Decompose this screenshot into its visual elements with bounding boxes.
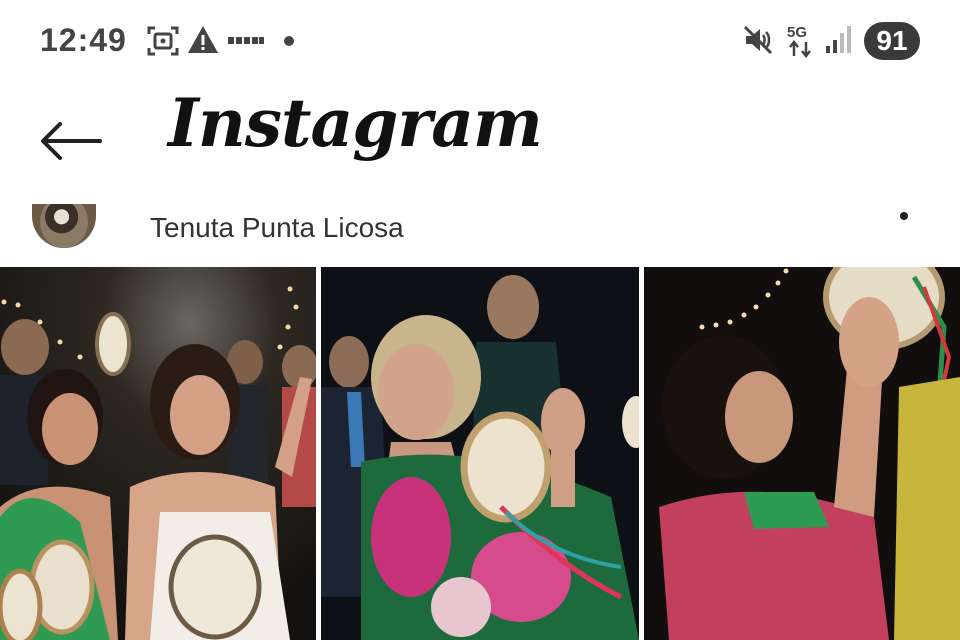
- app-header: Instagram: [0, 82, 960, 192]
- status-bar: 12:49 5G 91: [0, 0, 960, 82]
- avatar-image: [40, 204, 88, 248]
- mute-icon: [743, 25, 773, 55]
- photo-2-image: [321, 267, 639, 640]
- photo-3-image: [644, 267, 960, 640]
- photo-2[interactable]: [321, 267, 639, 640]
- photo-grid: [0, 267, 960, 640]
- more-options-icon[interactable]: [900, 212, 908, 220]
- avatar[interactable]: [32, 204, 96, 248]
- screenshot-icon: [147, 26, 179, 56]
- more-notifications-icon: [228, 37, 264, 44]
- back-button[interactable]: [34, 116, 106, 166]
- instagram-logo: Instagram: [168, 84, 543, 162]
- status-time: 12:49: [40, 22, 127, 58]
- photo-3[interactable]: [644, 267, 960, 640]
- dot-icon: [284, 36, 294, 46]
- warning-icon: [188, 26, 218, 53]
- signal-icon: [826, 26, 851, 53]
- battery-badge: 91: [864, 22, 920, 60]
- location-row: Tenuta Punta Licosa: [0, 200, 960, 262]
- arrow-left-icon: [41, 122, 102, 160]
- location-name[interactable]: Tenuta Punta Licosa: [150, 212, 404, 244]
- photo-1[interactable]: [0, 267, 316, 640]
- network-icon: 5G: [787, 24, 811, 58]
- photo-1-image: [0, 267, 316, 640]
- svg-text:5G: 5G: [787, 24, 807, 41]
